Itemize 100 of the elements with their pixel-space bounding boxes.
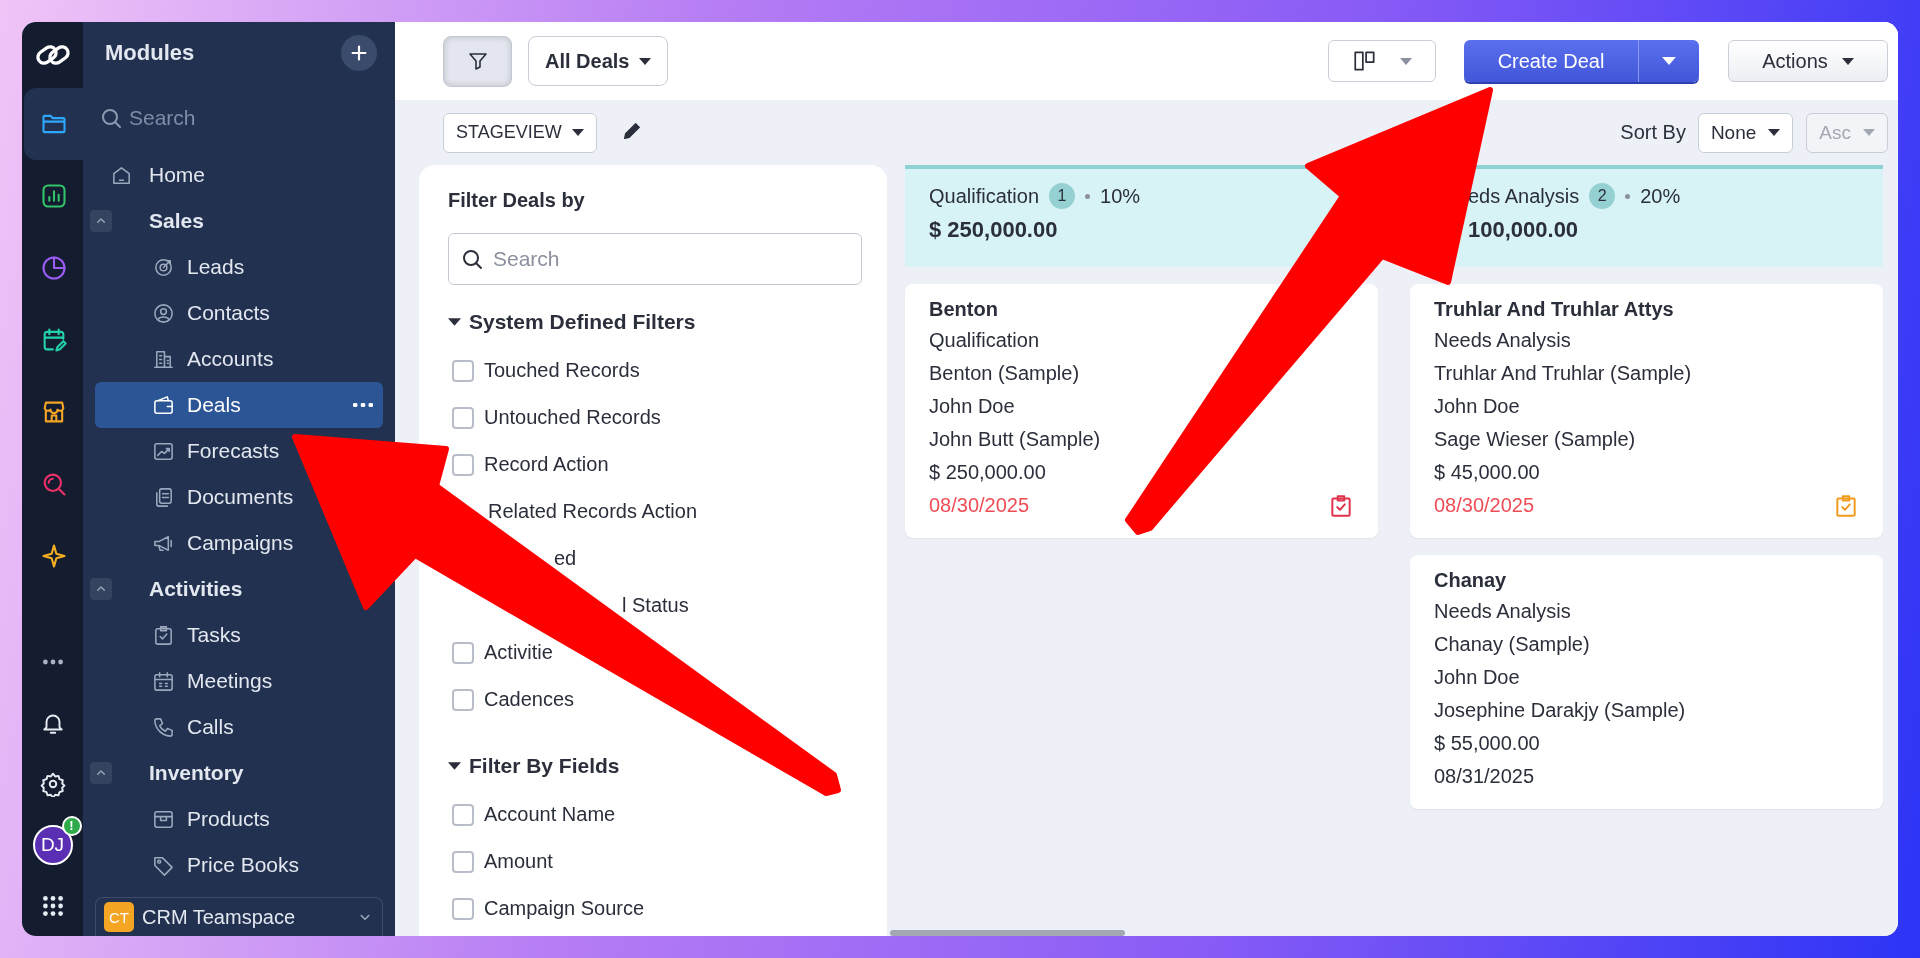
checkbox[interactable] <box>452 359 474 382</box>
deal-field: John Doe <box>929 390 1354 423</box>
deal-field: Josephine Darakjy (Sample) <box>1434 694 1859 727</box>
caret-icon <box>1400 57 1412 65</box>
teamspace-switcher[interactable]: CT CRM Teamspace <box>95 897 383 936</box>
nav-item[interactable]: Contacts <box>95 290 274 336</box>
deal-card[interactable]: Chanay Needs Analysis Chanay (Sample) John Doe Josephine Darakjy (Sample) $ 55,000.00 08/31/2025 <box>1410 555 1883 809</box>
view-dropdown[interactable]: All Deals <box>528 36 669 86</box>
expand-toggle[interactable] <box>90 578 112 600</box>
stage-probability: 20% <box>1640 184 1681 208</box>
deal-card[interactable]: Truhlar And Truhlar Attys Needs Analysis Truhlar And Truhlar (Sample) John Doe Sage Wieser (Sample) $ 45,000.00 08/30/2025 <box>1410 284 1883 538</box>
deal-title: Chanay <box>1434 569 1508 591</box>
nav-item[interactable]: Products <box>95 796 274 842</box>
filter-label: Account Name <box>484 803 616 826</box>
filter-label: Record Action <box>484 453 609 476</box>
more-icon[interactable] <box>353 403 373 407</box>
filter-label: Untouched Records <box>484 406 661 429</box>
section-title: Filter By Fields <box>469 754 620 778</box>
deal-field: Needs Analysis <box>1434 595 1859 628</box>
nav-group-label[interactable]: Sales <box>149 209 204 233</box>
add-button[interactable] <box>341 35 377 71</box>
nav-item[interactable]: Documents <box>95 474 298 520</box>
deal-field: John Doe <box>1434 661 1859 694</box>
filter-label: l Status <box>622 594 689 617</box>
caret-icon <box>1662 57 1676 65</box>
nav-item[interactable]: Forecasts <box>95 428 284 474</box>
pie-chart-icon <box>39 254 68 282</box>
search-field[interactable]: Search <box>129 106 349 130</box>
settings-icon[interactable] <box>39 770 66 797</box>
stage-probability: 10% <box>1100 184 1141 208</box>
caret-icon[interactable] <box>448 762 461 770</box>
alert-badge: ! <box>61 815 82 836</box>
closing-date: 08/30/2025 <box>1434 493 1535 518</box>
expand-toggle[interactable] <box>90 210 112 232</box>
deal-field: Needs Analysis <box>1434 324 1859 357</box>
columns-icon <box>1352 48 1378 74</box>
deal-field: Qualification <box>929 324 1354 357</box>
count-badge: 2 <box>1589 183 1616 209</box>
board-layout-button[interactable] <box>1328 40 1436 82</box>
checkbox[interactable] <box>452 406 474 429</box>
panel-title: Filter Deals by <box>448 189 586 211</box>
bar-chart-icon <box>39 182 68 210</box>
search-icon <box>460 247 484 271</box>
calendar-icon <box>152 669 175 693</box>
checkbox[interactable] <box>452 897 474 920</box>
deal-field: John Butt (Sample) <box>929 423 1354 456</box>
caret-icon[interactable] <box>448 318 461 326</box>
wallet-icon <box>152 393 175 417</box>
nav-item[interactable]: Calls <box>95 704 238 750</box>
scrollbar[interactable] <box>890 930 1125 936</box>
search-icon <box>99 106 123 130</box>
stage-amount: 100,000.00 <box>1468 217 1580 243</box>
nav-item[interactable]: Meetings <box>95 658 277 704</box>
caret-icon <box>571 129 584 136</box>
stage-title: eds Analysis <box>1468 184 1580 208</box>
contact-icon <box>152 301 175 325</box>
checkbox[interactable] <box>452 641 474 664</box>
filter-label: Touched Records <box>484 359 640 382</box>
task-icon <box>152 623 175 647</box>
deal-field: Truhlar And Truhlar (Sample) <box>1434 357 1859 390</box>
task-icon[interactable] <box>1328 492 1354 519</box>
layout-dropdown[interactable]: STAGEVIEW <box>443 112 597 153</box>
filter-label: Cadences <box>484 688 575 711</box>
sort-dropdown[interactable]: None <box>1697 112 1794 153</box>
expand-toggle[interactable] <box>90 762 112 784</box>
search-field[interactable]: Search <box>448 233 862 285</box>
stage-title: Qualification <box>929 184 1040 208</box>
nav-group-label[interactable]: Activities <box>149 577 243 601</box>
actions-button[interactable]: Actions <box>1728 40 1888 82</box>
nav-item[interactable]: Home <box>83 152 210 198</box>
stage-amount: $ 250,000.00 <box>929 217 1059 243</box>
nav-item[interactable]: Leads <box>95 244 249 290</box>
nav-item[interactable]: Campaigns <box>95 520 298 566</box>
filter-label: Related Records Action <box>488 500 697 523</box>
filter-label: Activitie <box>484 641 553 664</box>
nav-item[interactable]: Deals <box>95 382 383 428</box>
deal-field: $ 45,000.00 <box>1434 456 1859 489</box>
nav-item[interactable]: Accounts <box>95 336 278 382</box>
deal-field: $ 55,000.00 <box>1434 727 1859 760</box>
section-title: System Defined Filters <box>469 310 696 334</box>
filter-label: Amount <box>484 850 553 873</box>
closing-date: 08/31/2025 <box>1434 764 1535 789</box>
caret-icon <box>1768 129 1781 136</box>
deal-field: $ 250,000.00 <box>929 456 1354 489</box>
nav-group-label[interactable]: Inventory <box>149 761 244 785</box>
count-badge: 1 <box>1049 183 1076 209</box>
checkbox[interactable] <box>452 803 474 826</box>
filter-label: ed <box>554 547 577 570</box>
caret-icon <box>639 57 652 65</box>
checkbox[interactable] <box>452 453 474 476</box>
sort-label: Sort By <box>1620 121 1686 144</box>
filter-button[interactable] <box>443 35 512 87</box>
nav-item[interactable]: Price Books <box>95 842 304 888</box>
deal-field: Benton (Sample) <box>929 357 1354 390</box>
nav-item[interactable]: Tasks <box>95 612 245 658</box>
phone-icon <box>152 715 175 739</box>
filter-label: Campaign Source <box>484 897 645 920</box>
checkbox[interactable] <box>452 850 474 873</box>
checkbox[interactable] <box>452 688 474 711</box>
separator-dot <box>1085 193 1091 199</box>
